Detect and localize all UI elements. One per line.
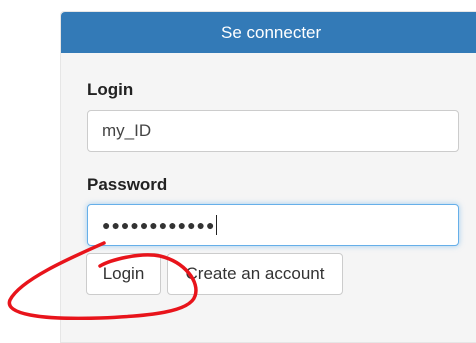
- password-mask: ●●●●●●●●●●●●: [102, 217, 216, 233]
- text-caret: [216, 215, 218, 235]
- panel-header: Se connecter: [61, 12, 476, 53]
- login-input[interactable]: my_ID: [87, 110, 459, 152]
- create-account-button[interactable]: Create an account: [167, 253, 343, 295]
- password-input[interactable]: ●●●●●●●●●●●●: [87, 204, 459, 246]
- password-label: Password: [87, 175, 168, 194]
- login-input-value: my_ID: [102, 121, 152, 140]
- panel-title: Se connecter: [221, 22, 322, 42]
- login-label: Login: [87, 80, 134, 99]
- login-button[interactable]: Login: [86, 253, 161, 295]
